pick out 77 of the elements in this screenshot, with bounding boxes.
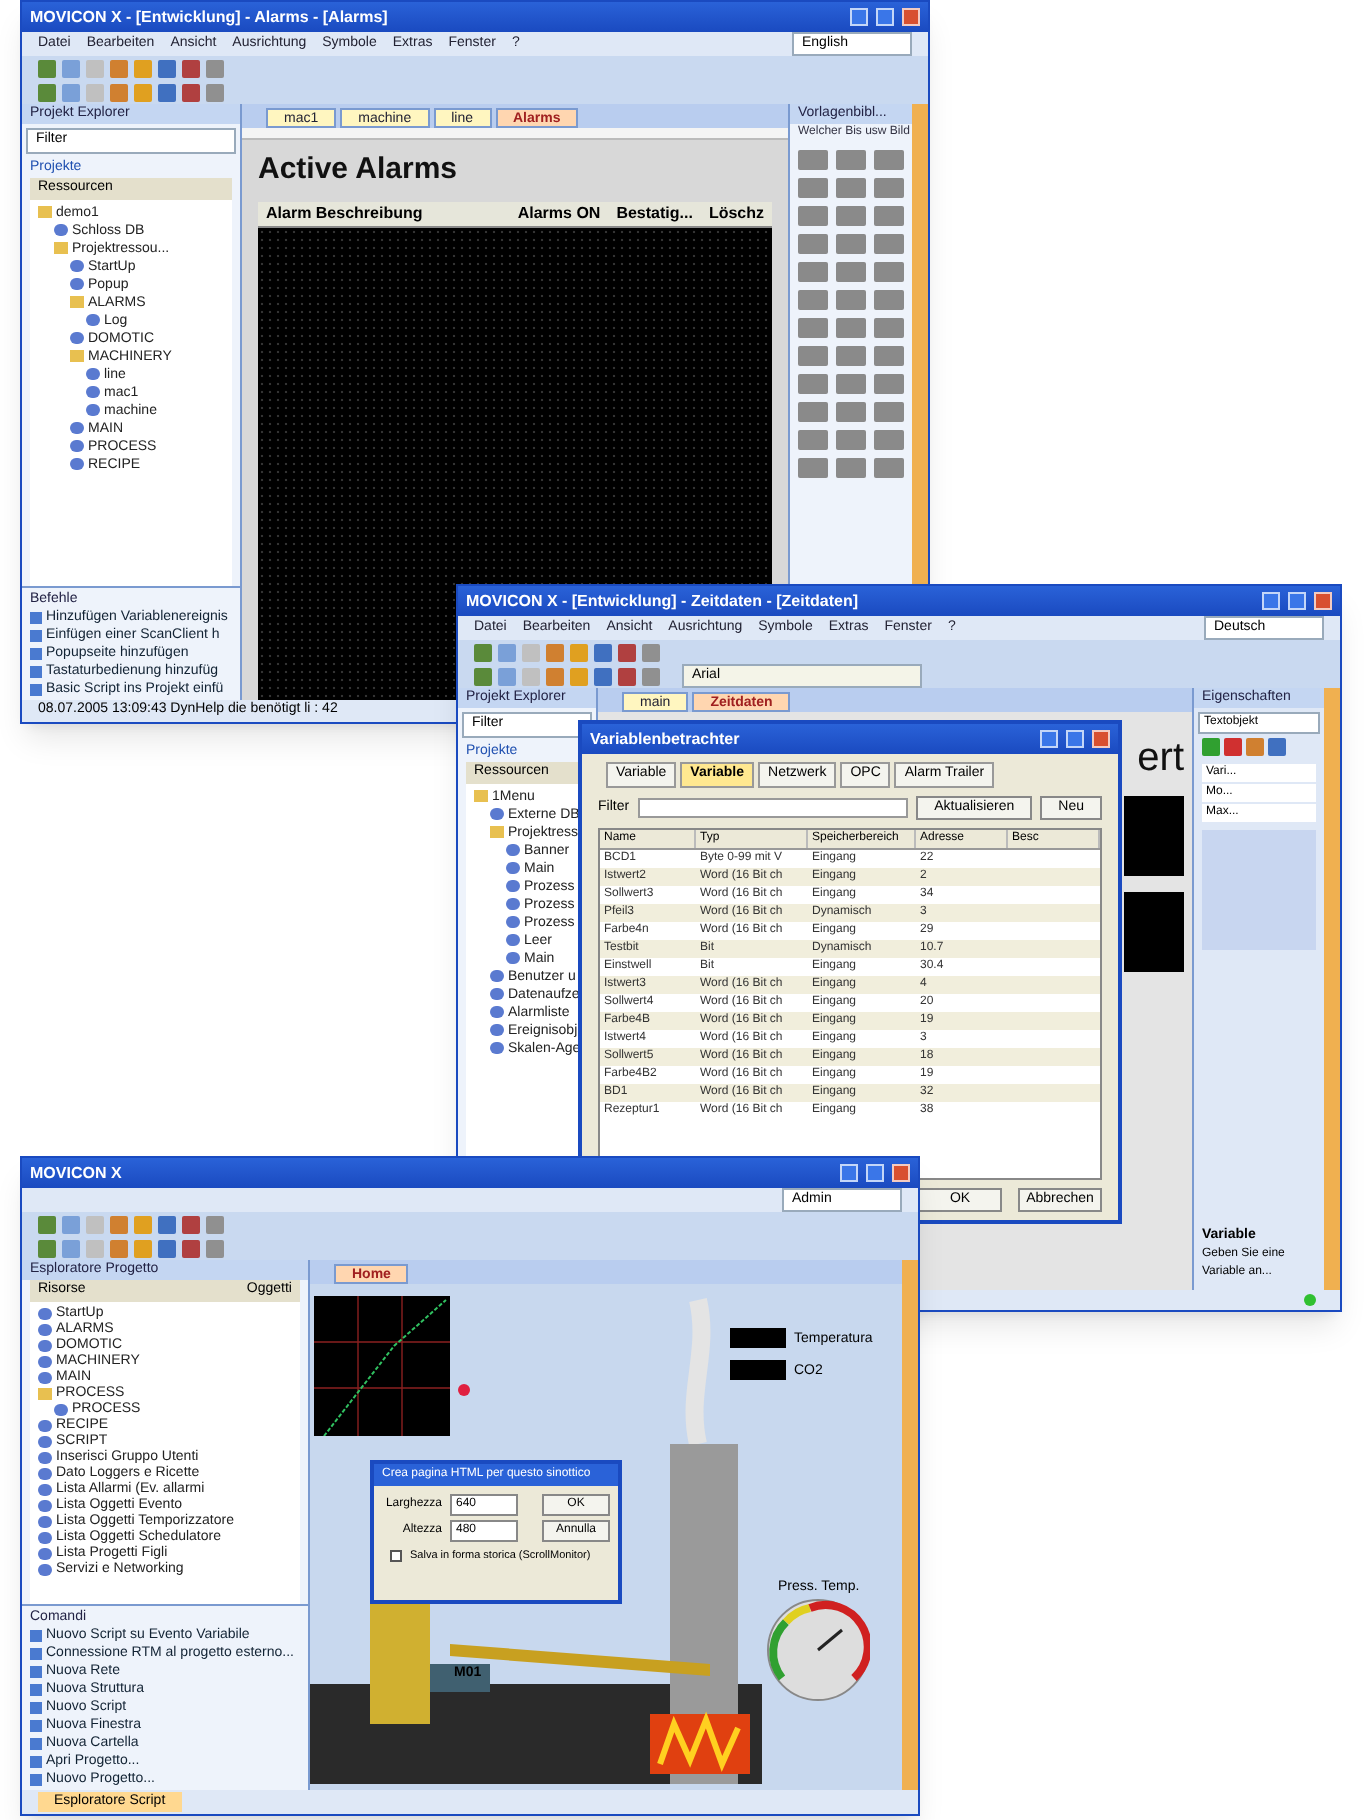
symbol-icon[interactable]	[798, 318, 828, 338]
maximize-button[interactable]	[866, 1164, 884, 1182]
symbol-icon[interactable]	[798, 346, 828, 366]
minimize-button[interactable]	[1262, 592, 1280, 610]
symbol-icon[interactable]	[874, 458, 904, 478]
status-light-icon	[1304, 1294, 1316, 1306]
page-heading: ert	[1137, 734, 1184, 784]
maximize-button[interactable]	[1288, 592, 1306, 610]
close-button[interactable]	[892, 1164, 910, 1182]
symbol-icon[interactable]	[836, 262, 866, 282]
minimize-button[interactable]	[840, 1164, 858, 1182]
folder-icon	[70, 296, 84, 308]
checkbox[interactable]	[390, 1550, 402, 1563]
symbol-icon[interactable]	[836, 234, 866, 254]
close-button[interactable]	[902, 8, 920, 26]
symbol-icon[interactable]	[874, 206, 904, 226]
symbol-icon[interactable]	[798, 234, 828, 254]
maximize-button[interactable]	[1066, 730, 1084, 748]
symbol-icon[interactable]	[798, 374, 828, 394]
folder-icon	[70, 350, 84, 362]
symbol-icon[interactable]	[836, 458, 866, 478]
symbol-icon[interactable]	[798, 290, 828, 310]
alarm-indicator-icon	[458, 1384, 470, 1396]
folder-icon	[474, 790, 488, 802]
folder-icon	[38, 206, 52, 218]
close-button[interactable]	[1314, 592, 1332, 610]
page-icon	[54, 224, 68, 236]
symbol-icon[interactable]	[798, 178, 828, 198]
symbol-icon[interactable]	[874, 374, 904, 394]
symbol-icon[interactable]	[798, 402, 828, 422]
symbol-icon[interactable]	[874, 178, 904, 198]
folder-icon	[54, 242, 68, 254]
symbol-icon[interactable]	[836, 150, 866, 170]
symbol-icon[interactable]	[874, 318, 904, 338]
close-button[interactable]	[1092, 730, 1110, 748]
value-display	[730, 1360, 786, 1380]
symbol-icon[interactable]	[836, 206, 866, 226]
display-bar	[1124, 892, 1184, 972]
symbol-icon[interactable]	[874, 430, 904, 450]
filter-field[interactable]	[637, 797, 909, 818]
symbol-icon[interactable]	[836, 430, 866, 450]
symbol-icon[interactable]	[798, 206, 828, 226]
minimize-button[interactable]	[850, 8, 868, 26]
display-bar	[1124, 796, 1184, 876]
column-header: Bestatig...	[614, 201, 695, 225]
symbol-icon[interactable]	[874, 234, 904, 254]
column-header: Alarms ON	[515, 201, 603, 225]
window-title: MOVICON X	[30, 1161, 122, 1185]
symbol-icon[interactable]	[836, 290, 866, 310]
symbol-icon[interactable]	[874, 150, 904, 170]
maximize-button[interactable]	[876, 8, 894, 26]
symbol-icon[interactable]	[798, 262, 828, 282]
symbol-icon[interactable]	[798, 150, 828, 170]
column-header: Löschz	[706, 201, 766, 225]
symbol-icon[interactable]	[874, 402, 904, 422]
trend-chart-drawing	[314, 1296, 450, 1436]
symbol-icon[interactable]	[836, 318, 866, 338]
symbol-icon[interactable]	[798, 430, 828, 450]
folder-icon	[490, 826, 504, 838]
page-icon	[490, 808, 504, 820]
window-title: MOVICON X - [Entwicklung] - Alarms - [Alarms]	[30, 5, 388, 29]
symbol-icon[interactable]	[836, 402, 866, 422]
window-title: MOVICON X - [Entwicklung] - Zeitdaten - [Zeitdaten]	[466, 589, 858, 613]
window-title: Variablenbetrachter	[590, 727, 740, 751]
symbol-icon[interactable]	[836, 178, 866, 198]
symbol-icon[interactable]	[836, 346, 866, 366]
value-display	[730, 1328, 786, 1348]
symbol-icon[interactable]	[798, 458, 828, 478]
symbol-icon[interactable]	[836, 374, 866, 394]
symbol-icon[interactable]	[874, 346, 904, 366]
minimize-button[interactable]	[1040, 730, 1058, 748]
gauge-drawing	[766, 1598, 870, 1702]
folder-icon	[38, 1387, 52, 1399]
symbol-icon[interactable]	[874, 262, 904, 282]
page-heading: Active Alarms	[258, 150, 459, 190]
column-header: Alarm Beschreibung	[264, 201, 425, 225]
symbol-icon[interactable]	[874, 290, 904, 310]
